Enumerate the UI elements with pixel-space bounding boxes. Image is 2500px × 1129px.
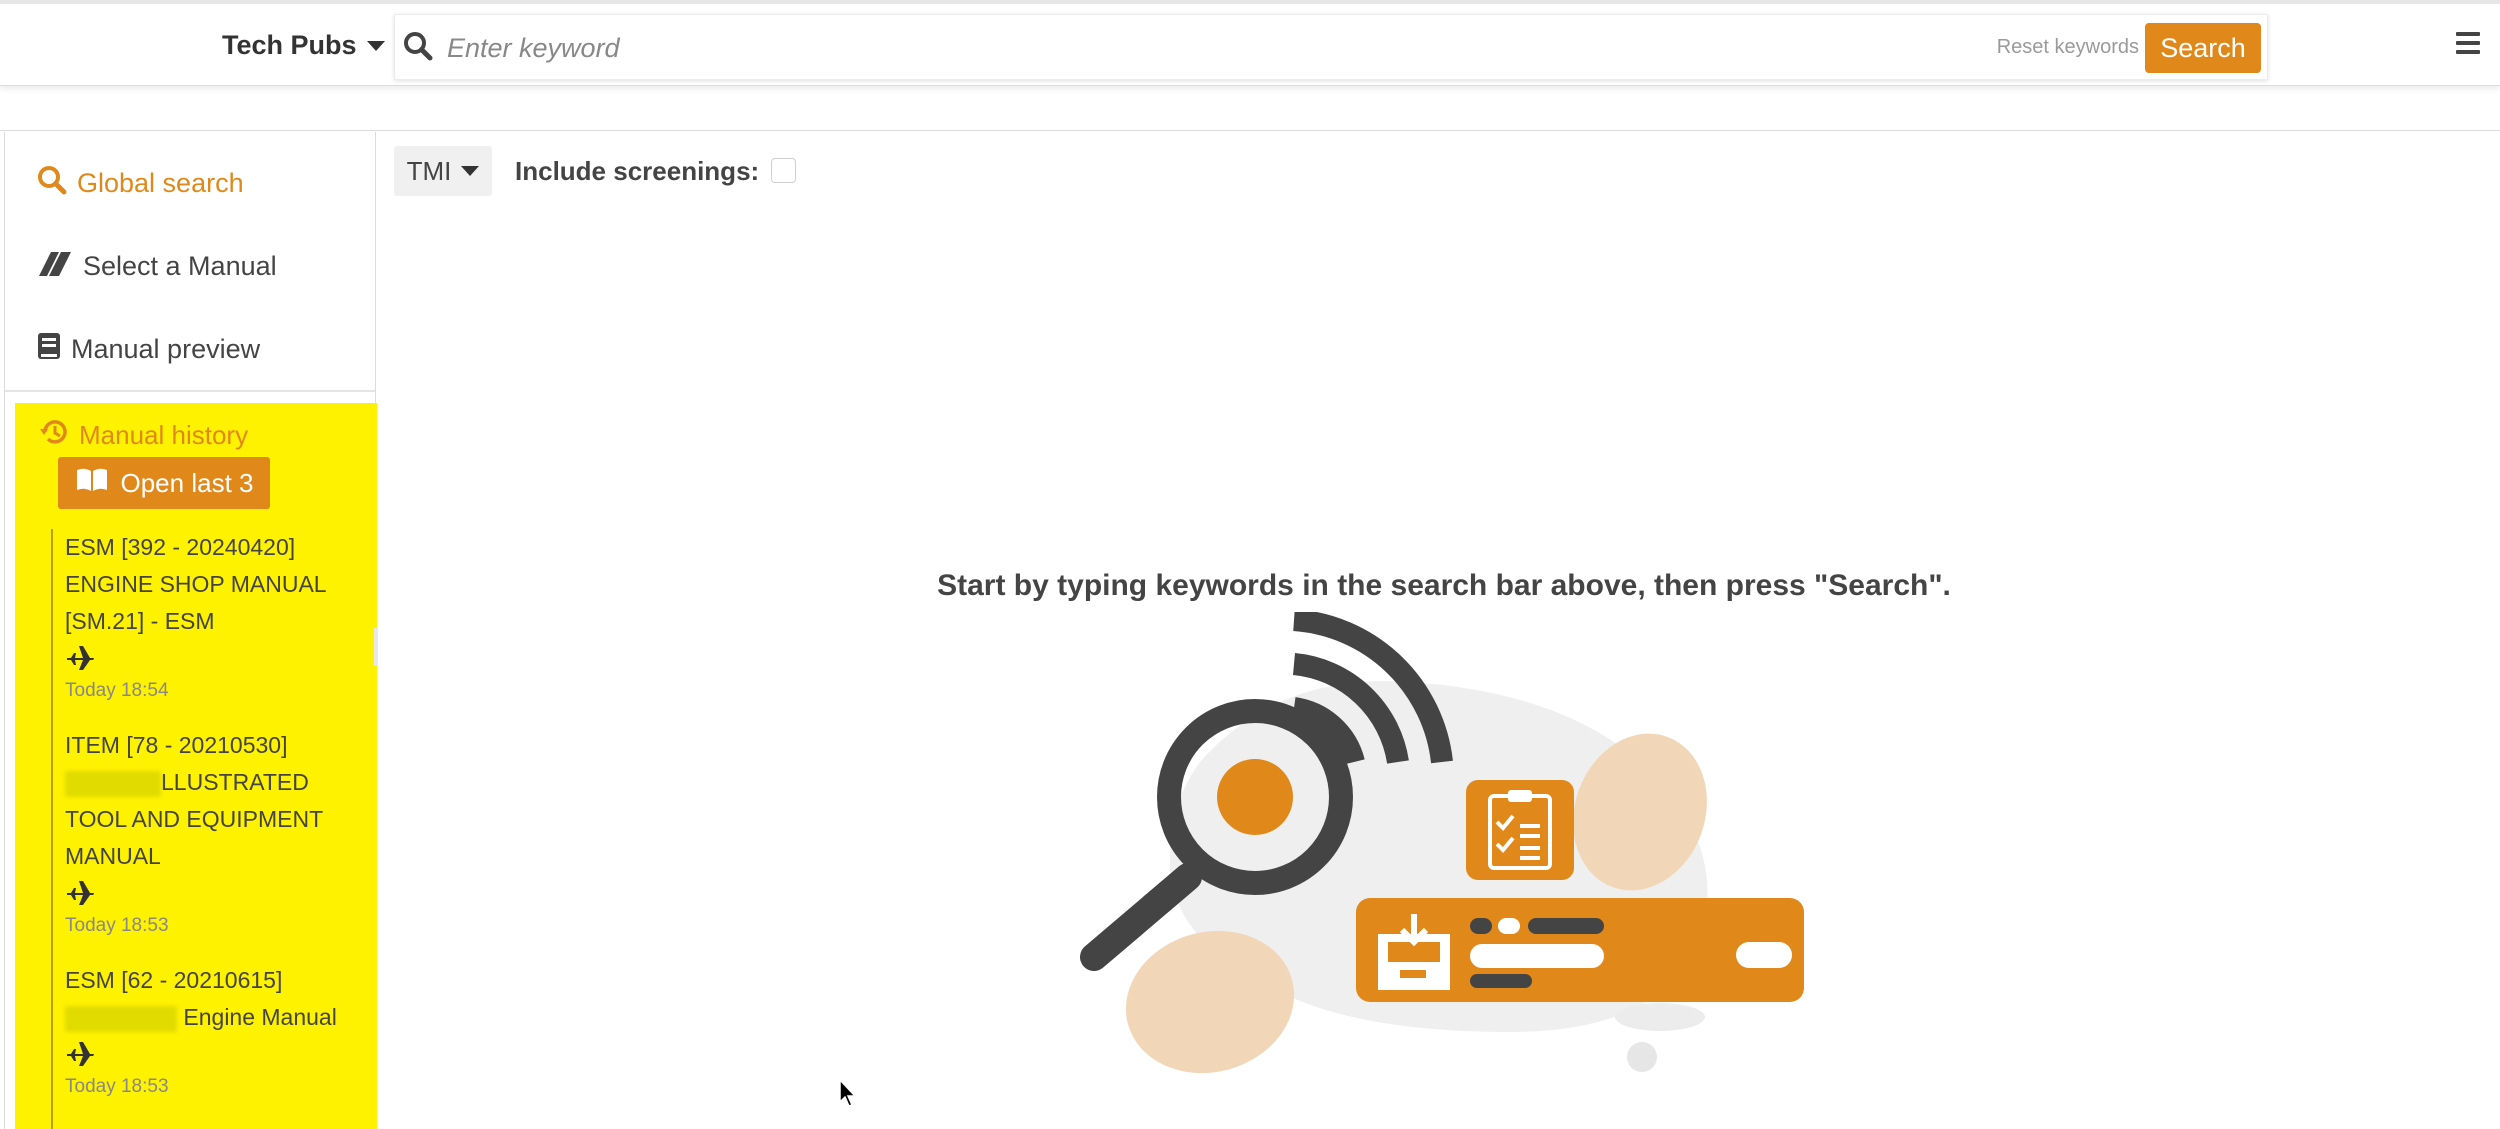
history-item[interactable]: ESM [392 - 20240420] ENGINE SHOP MANUAL …: [65, 529, 365, 702]
app-name: Tech Pubs: [222, 30, 357, 60]
history-item[interactable]: ITEM [78 - 20210530] LLUSTRATED TOOL AND…: [65, 727, 365, 937]
search-input[interactable]: [445, 25, 1549, 71]
open-last-button[interactable]: Open last 3: [58, 457, 270, 509]
search-icon: [403, 31, 433, 66]
sidebar: Global search Select a Manual Manual pre…: [4, 132, 377, 1129]
source-filter-value: TMI: [406, 155, 452, 186]
nav-separator: [5, 390, 375, 392]
history-item-name-part: ESM [62 - 20210615]: [65, 967, 283, 993]
sidebar-resize-handle[interactable]: [374, 628, 378, 666]
nav-label: Select a Manual: [83, 251, 277, 281]
manual-history-title: Manual history: [79, 420, 249, 450]
manual-history-panel: Manual history Open last 3 ESM [392 - 20…: [15, 403, 377, 1129]
redacted-text: [65, 770, 161, 797]
airplane-icon: [65, 879, 365, 911]
redacted-text: [65, 1005, 177, 1032]
search-button[interactable]: Search: [2145, 23, 2261, 73]
history-item-name: ESM [62 - 20210615] Engine Manual: [65, 962, 365, 1036]
nav-global-search[interactable]: Global search: [37, 165, 244, 202]
reset-keywords-link[interactable]: Reset keywords: [1997, 36, 2139, 59]
include-screenings-checkbox[interactable]: [771, 158, 796, 183]
history-item-name-part: ITEM [78 - 20210530]: [65, 732, 288, 758]
history-item[interactable]: ESM [62 - 20210615] Engine Manual Today …: [65, 962, 365, 1098]
search-bar: Reset keywords Search: [394, 14, 2268, 80]
nav-select-manual[interactable]: Select a Manual: [37, 248, 277, 285]
source-filter-dropdown[interactable]: TMI: [394, 146, 492, 196]
header-divider: [0, 130, 2500, 131]
nav-label: Manual preview: [71, 334, 261, 364]
top-bar: Tech Pubs Reset keywords Search: [0, 0, 2500, 86]
search-illustration: [1080, 612, 1804, 1074]
history-item-name: ITEM [78 - 20210530] LLUSTRATED TOOL AND…: [65, 727, 365, 875]
caret-down-icon: [366, 40, 385, 51]
history-item-time: Today 18:54: [65, 680, 169, 701]
app-switcher[interactable]: Tech Pubs: [222, 30, 385, 61]
open-book-icon: [75, 467, 109, 500]
mouse-cursor-icon: [839, 1078, 857, 1107]
manual-pages-icon: [37, 248, 73, 285]
book-icon: [37, 332, 61, 367]
nav-label: Global search: [77, 168, 244, 198]
manual-history-header[interactable]: Manual history: [39, 417, 248, 454]
hamburger-menu-icon[interactable]: [2456, 32, 2480, 59]
empty-state-message: Start by typing keywords in the search b…: [937, 569, 1951, 602]
airplane-icon: [65, 644, 365, 676]
include-screenings-label: Include screenings:: [515, 156, 760, 186]
caret-down-icon: [461, 166, 480, 176]
open-last-label: Open last 3: [120, 467, 254, 498]
search-icon: [37, 165, 67, 202]
history-item-name-part: Engine Manual: [183, 1004, 337, 1030]
history-item-time: Today 18:53: [65, 1076, 169, 1097]
history-item-time: Today 18:53: [65, 915, 169, 936]
nav-manual-preview[interactable]: Manual preview: [37, 332, 260, 367]
history-list: ESM [392 - 20240420] ENGINE SHOP MANUAL …: [51, 529, 373, 1129]
airplane-icon: [65, 1040, 365, 1072]
history-icon: [39, 417, 69, 454]
